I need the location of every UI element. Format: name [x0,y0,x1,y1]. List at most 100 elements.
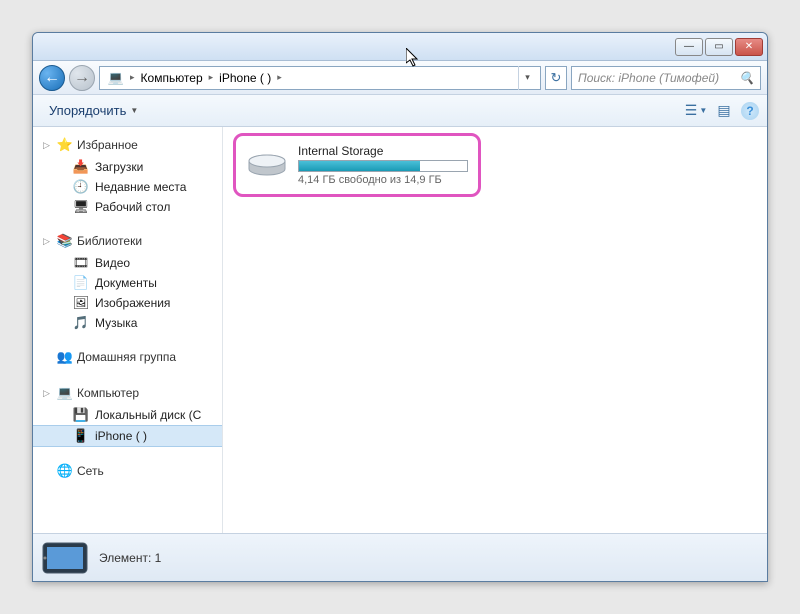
sidebar-head-label: Домашняя группа [77,350,176,364]
sidebar-head-label: Избранное [77,138,138,152]
status-bar: Элемент: 1 [33,533,767,581]
maximize-button[interactable]: ▭ [705,38,733,56]
sidebar-item-label: iPhone ( ) [95,429,147,443]
titlebar[interactable]: — ▭ ✕ [33,33,767,61]
forward-button[interactable]: → [69,65,95,91]
sidebar-item-local-disk[interactable]: 💾 Локальный диск (C [33,405,222,425]
close-button[interactable]: ✕ [735,38,763,56]
sidebar-libraries-group: ▷📚Библиотеки 🎞Видео 📄Документы 🖼Изображе… [33,231,222,333]
sidebar-computer-group: ▷ 💻 Компьютер 💾 Локальный диск (C 📱 iPhone (… [33,383,222,447]
search-placeholder: Поиск: iPhone (Тимофей) [578,71,719,85]
sidebar-item-music[interactable]: 🎵 Музыка [33,313,222,333]
star-icon: ⭐ [57,137,73,153]
breadcrumb-root[interactable]: 💻 [104,70,128,86]
desktop-icon: 🖥 [73,199,89,215]
sidebar-item-images[interactable]: 🖼 Изображения [33,293,222,313]
drive-icon [246,150,288,180]
help-icon: ? [746,104,753,118]
sidebar-item-desktop[interactable]: 🖥 Рабочий стол [33,197,222,217]
view-icon: ☰ [685,102,698,119]
sidebar-item-label: Документы [95,276,157,290]
toolbar: Упорядочить ▼ ☰▼ ▤ ? [33,95,767,127]
chevron-icon: ▷ [43,236,50,247]
minimize-button[interactable]: — [675,38,703,56]
download-icon: 📥 [73,159,89,175]
arrow-right-icon: → [74,69,90,87]
library-icon: 📚 [57,233,73,249]
sidebar-network-head[interactable]: 🌐 Сеть [33,461,222,483]
sidebar-favorites-group: ▷ ⭐ Избранное 📥 Загрузки 🕘 Недавние места 🖥 Р… [33,135,222,217]
search-box[interactable]: Поиск: iPhone (Тимофей) 🔍 [571,66,761,90]
item-name: Internal Storage [298,144,468,158]
sidebar-item-iphone[interactable]: 📱 iPhone ( ) [33,425,222,447]
chevron-down-icon: ▼ [699,106,707,115]
minimize-icon: — [684,41,694,52]
arrow-left-icon: ← [44,69,60,87]
address-bar[interactable]: 💻 ▸ Компьютер ▸ iPhone ( ) ▸ ▾ [99,66,541,90]
sidebar-item-label: Недавние места [95,180,186,194]
homegroup-icon: 👥 [57,349,73,365]
storage-bar-fill [299,161,420,171]
back-button[interactable]: ← [39,65,65,91]
search-icon: 🔍 [739,71,754,85]
refresh-icon: ↻ [551,70,562,86]
sidebar-item-label: Видео [95,256,130,270]
status-text: Элемент: 1 [99,551,161,565]
sidebar-libraries-head[interactable]: ▷📚Библиотеки [33,231,222,253]
breadcrumb-seg2[interactable]: iPhone ( ) [215,71,275,85]
preview-pane-button[interactable]: ▤ [713,100,735,122]
content-pane[interactable]: Internal Storage 4,14 ГБ свободно из 14,… [223,127,767,533]
phone-icon: 📱 [73,428,89,444]
sidebar-network-group: 🌐 Сеть [33,461,222,483]
music-icon: 🎵 [73,315,89,331]
sidebar-homegroup-group: 👥 Домашняя группа [33,347,222,369]
document-icon: 📄 [73,275,89,291]
sidebar-favorites-head[interactable]: ▷ ⭐ Избранное [33,135,222,157]
item-info: Internal Storage 4,14 ГБ свободно из 14,… [298,144,468,186]
sidebar-item-label: Рабочий стол [95,200,170,214]
sidebar-head-label: Компьютер [77,386,139,400]
preview-icon: ▤ [717,102,730,119]
sidebar: ▷ ⭐ Избранное 📥 Загрузки 🕘 Недавние места 🖥 Р… [33,127,223,533]
sidebar-head-label: Сеть [77,464,104,478]
computer-icon: 💻 [57,385,73,401]
item-free-text: 4,14 ГБ свободно из 14,9 ГБ [298,174,468,186]
device-icon [41,541,89,575]
video-icon: 🎞 [73,255,89,271]
sidebar-item-video[interactable]: 🎞 Видео [33,253,222,273]
breadcrumb-sep-icon[interactable]: ▸ [275,72,284,83]
organize-label: Упорядочить [49,103,126,118]
sidebar-item-label: Музыка [95,316,137,330]
body: ▷ ⭐ Избранное 📥 Загрузки 🕘 Недавние места 🖥 Р… [33,127,767,533]
window-buttons: — ▭ ✕ [675,38,763,56]
maximize-icon: ▭ [714,41,723,52]
chevron-down-icon: ▼ [130,106,138,115]
chevron-icon: ▷ [43,140,50,151]
breadcrumb-seg1[interactable]: Компьютер [137,71,207,85]
address-dropdown[interactable]: ▾ [518,66,536,90]
disk-icon: 💾 [73,407,89,423]
network-icon: 🌐 [57,463,73,479]
close-icon: ✕ [745,41,753,52]
sidebar-item-recent[interactable]: 🕘 Недавние места [33,177,222,197]
chevron-icon: ▷ [43,388,50,399]
help-button[interactable]: ? [741,102,759,120]
explorer-window: — ▭ ✕ ← → 💻 ▸ Компьютер ▸ iPhone ( ) ▸ ▾… [32,32,768,582]
recent-icon: 🕘 [73,179,89,195]
breadcrumb-sep-icon[interactable]: ▸ [128,72,137,83]
refresh-button[interactable]: ↻ [545,66,567,90]
sidebar-item-documents[interactable]: 📄 Документы [33,273,222,293]
sidebar-item-label: Загрузки [95,160,143,174]
sidebar-homegroup-head[interactable]: 👥 Домашняя группа [33,347,222,369]
sidebar-item-label: Локальный диск (C [95,408,201,422]
sidebar-item-label: Изображения [95,296,170,310]
organize-button[interactable]: Упорядочить ▼ [41,99,146,122]
view-options-button[interactable]: ☰▼ [685,100,707,122]
computer-icon: 💻 [108,70,124,86]
nav-bar: ← → 💻 ▸ Компьютер ▸ iPhone ( ) ▸ ▾ ↻ Пои… [33,61,767,95]
image-icon: 🖼 [73,295,89,311]
internal-storage-item[interactable]: Internal Storage 4,14 ГБ свободно из 14,… [233,133,481,197]
sidebar-computer-head[interactable]: ▷ 💻 Компьютер [33,383,222,405]
breadcrumb-sep-icon[interactable]: ▸ [207,72,216,83]
sidebar-item-downloads[interactable]: 📥 Загрузки [33,157,222,177]
